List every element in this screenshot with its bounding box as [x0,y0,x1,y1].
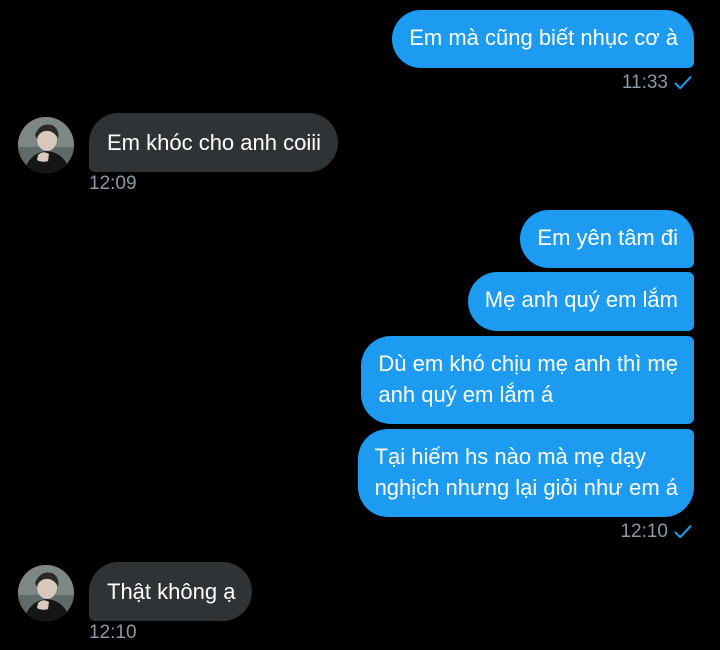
incoming-message[interactable]: Thật không ạ [89,562,253,621]
message-text: Thật không ạ [107,579,236,604]
message-text: Em mà cũng biết nhục cơ à [409,25,678,50]
check-icon [674,76,692,90]
message-timestamp: 11:33 [621,72,668,93]
message-timestamp: 12:09 [89,173,137,194]
message-meta: 11:33 [622,72,692,94]
contact-avatar[interactable] [18,565,74,621]
message-meta: 12:10 [620,521,692,543]
message-timestamp: 12:10 [89,622,137,643]
message-text: Em yên tâm đi [537,225,678,250]
message-line: anh quý em lắm á [378,382,554,407]
avatar-photo [18,117,74,173]
outgoing-message[interactable]: Em yên tâm đi [520,210,694,268]
outgoing-message[interactable]: Dù em khó chịu mẹ anh thì mẹ anh quý em … [361,336,694,424]
message-line: Tại hiếm hs nào mà mẹ dạy [374,444,647,469]
message-text: Em khóc cho anh coiii [107,130,321,155]
outgoing-message[interactable]: Tại hiếm hs nào mà mẹ dạy nghịch nhưng l… [357,429,694,517]
message-meta: 12:09 [89,173,137,195]
outgoing-message[interactable]: Em mà cũng biết nhục cơ à [392,10,694,68]
message-meta: 12:10 [89,622,137,644]
message-line: Dù em khó chịu mẹ anh thì mẹ [378,351,678,376]
message-text: Mẹ anh quý em lắm [484,287,678,312]
message-line: nghịch nhưng lại giỏi như em á [374,475,678,500]
incoming-message[interactable]: Em khóc cho anh coiii [89,113,338,172]
avatar-photo [18,565,74,621]
check-icon [674,525,692,539]
message-timestamp: 12:10 [620,521,668,542]
contact-avatar[interactable] [18,117,74,173]
outgoing-message[interactable]: Mẹ anh quý em lắm [467,272,694,331]
